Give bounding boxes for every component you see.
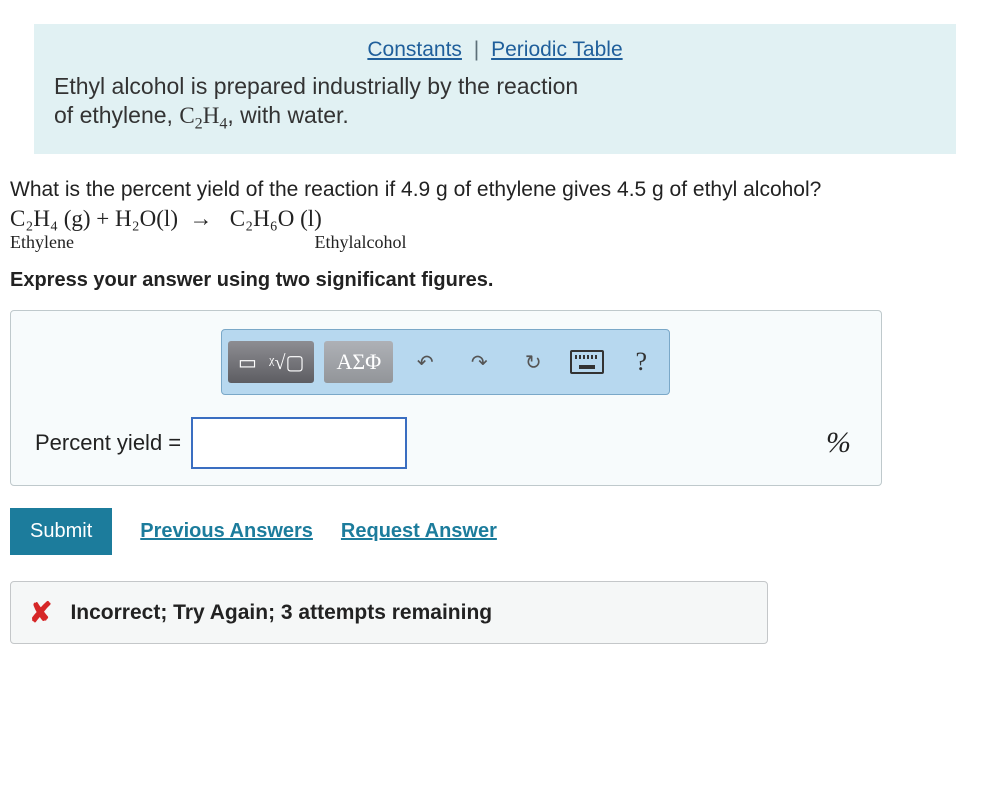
math-toolbar: ▭ ᵡ√▢ ΑΣΦ ↶ ↷ ↻ ?	[221, 329, 670, 395]
template-icon[interactable]: ▭	[232, 350, 263, 375]
action-row: Submit Previous Answers Request Answer	[10, 508, 980, 555]
periodic-table-link[interactable]: Periodic Table	[491, 38, 623, 61]
help-button[interactable]: ?	[619, 341, 663, 383]
constants-link[interactable]: Constants	[367, 38, 462, 61]
previous-answers-link[interactable]: Previous Answers	[140, 520, 313, 543]
chemical-equation: C₂H₄ (g) + H₂O(l) → C₂H₆O (l)	[10, 206, 980, 232]
question-text: What is the percent yield of the reactio…	[10, 178, 980, 202]
intro-text: Ethyl alcohol is prepared industrially b…	[54, 72, 936, 134]
ethylene-formula: C2H4	[179, 103, 227, 128]
reset-button[interactable]: ↻	[511, 341, 555, 383]
equation-rhs: C₂H₆O (l)	[230, 206, 322, 231]
link-separator: |	[474, 38, 479, 61]
label-ethylalcohol: Ethylalcohol	[315, 232, 407, 252]
greek-button[interactable]: ΑΣΦ	[324, 341, 393, 383]
keyboard-button[interactable]	[565, 341, 609, 383]
root-icon[interactable]: ᵡ√▢	[263, 350, 311, 375]
answer-box: ▭ ᵡ√▢ ΑΣΦ ↶ ↷ ↻ ? Percent yield = %	[10, 310, 882, 486]
intro-line1: Ethyl alcohol is prepared industrially b…	[54, 73, 578, 99]
answer-row: Percent yield = %	[11, 417, 881, 469]
incorrect-icon: ✘	[29, 596, 52, 629]
equation-lhs: C₂H₄ (g) + H₂O(l)	[10, 206, 178, 231]
answer-unit: %	[826, 426, 851, 460]
feedback-text: Incorrect; Try Again; 3 attempts remaini…	[70, 601, 492, 625]
intro-line2a: of ethylene,	[54, 102, 179, 128]
redo-button[interactable]: ↷	[457, 341, 501, 383]
label-ethylene: Ethylene	[10, 232, 310, 253]
request-answer-link[interactable]: Request Answer	[341, 520, 497, 543]
intro-line2b: , with water.	[227, 102, 348, 128]
equation-labels: Ethylene Ethylalcohol	[10, 232, 980, 253]
instruction-text: Express your answer using two significan…	[10, 269, 980, 292]
feedback-box: ✘ Incorrect; Try Again; 3 attempts remai…	[10, 581, 768, 644]
equation-arrow: →	[189, 206, 212, 231]
answer-label: Percent yield =	[35, 430, 181, 456]
submit-button[interactable]: Submit	[10, 508, 112, 555]
intro-box: Constants | Periodic Table Ethyl alcohol…	[34, 24, 956, 154]
reference-links: Constants | Periodic Table	[54, 38, 936, 72]
format-group[interactable]: ▭ ᵡ√▢	[228, 341, 314, 383]
keyboard-icon	[570, 350, 604, 374]
undo-button[interactable]: ↶	[403, 341, 447, 383]
answer-input[interactable]	[191, 417, 407, 469]
